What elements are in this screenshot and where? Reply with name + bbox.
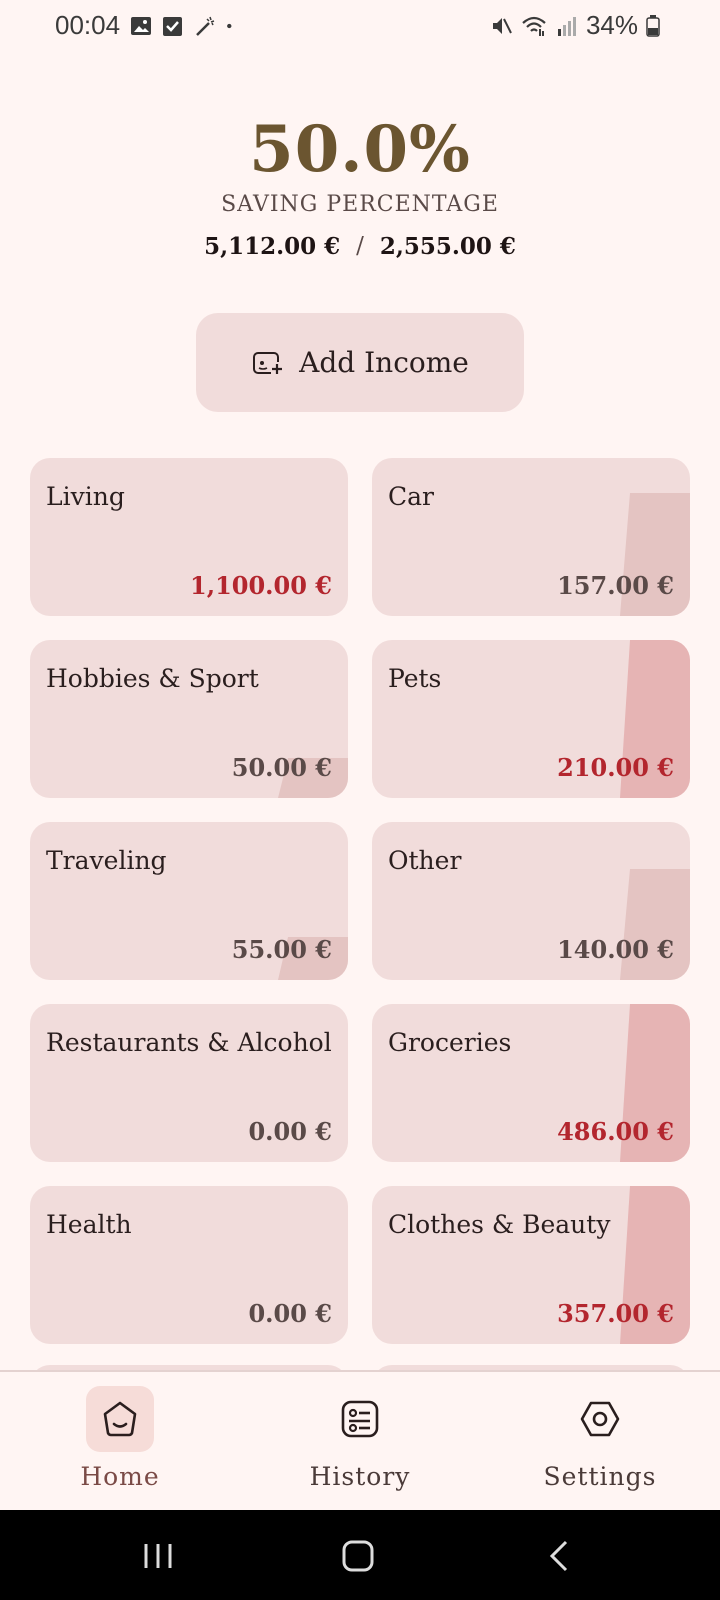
category-amount: 1,100.00 € bbox=[190, 571, 332, 600]
recents-icon bbox=[144, 1544, 172, 1568]
dot-icon bbox=[227, 23, 232, 28]
category-card-groceries[interactable]: Groceries 486.00 € bbox=[372, 1004, 690, 1162]
savings-summary: 50.0% SAVING PERCENTAGE 5,112.00 € / 2,5… bbox=[0, 110, 720, 260]
battery-text: 34% bbox=[585, 10, 638, 40]
status-right: 34% bbox=[490, 10, 660, 41]
category-name: Clothes & Beauty bbox=[388, 1210, 611, 1239]
category-card-hobbies-sport[interactable]: Hobbies & Sport 50.00 € bbox=[30, 640, 348, 798]
category-amount: 486.00 € bbox=[557, 1117, 674, 1146]
category-card-car[interactable]: Car 157.00 € bbox=[372, 458, 690, 616]
category-name: Other bbox=[388, 846, 462, 875]
saving-percentage-value: 50.0% bbox=[249, 112, 471, 187]
settings-icon bbox=[580, 1401, 620, 1437]
nav-label: Home bbox=[80, 1462, 160, 1491]
system-home-button[interactable] bbox=[338, 1540, 378, 1572]
category-name: Pets bbox=[388, 664, 442, 693]
nav-label: History bbox=[309, 1462, 411, 1491]
category-card-health[interactable]: Health 0.00 € bbox=[30, 1186, 348, 1344]
category-name: Health bbox=[46, 1210, 132, 1239]
bottom-navigation: Home History Settings bbox=[0, 1370, 720, 1510]
category-name: Restaurants & Alcohol bbox=[46, 1028, 332, 1057]
category-card-traveling[interactable]: Traveling 55.00 € bbox=[30, 822, 348, 980]
battery-icon bbox=[646, 14, 660, 37]
category-card-restaurants-alcohol[interactable]: Restaurants & Alcohol 0.00 € bbox=[30, 1004, 348, 1162]
category-amount: 0.00 € bbox=[248, 1299, 332, 1328]
category-card-pets[interactable]: Pets 210.00 € bbox=[372, 640, 690, 798]
category-name: Car bbox=[388, 482, 434, 511]
back-button[interactable] bbox=[540, 1540, 580, 1572]
add-income-label: Add Income bbox=[299, 346, 469, 379]
nav-history[interactable]: History bbox=[280, 1386, 440, 1491]
checkbox-icon bbox=[163, 16, 183, 36]
category-card-other[interactable]: Other 140.00 € bbox=[372, 822, 690, 980]
nav-icon-container bbox=[566, 1386, 634, 1452]
nav-icon-container bbox=[326, 1386, 394, 1452]
income-saved-ratio: 5,112.00 € / 2,555.00 € bbox=[0, 233, 720, 260]
category-amount: 210.00 € bbox=[557, 753, 674, 782]
clock: 00:04 bbox=[55, 10, 121, 40]
status-bar: 00:04 34% bbox=[0, 0, 720, 52]
add-income-button[interactable]: Add Income bbox=[196, 313, 524, 412]
system-navigation-bar bbox=[0, 1510, 720, 1600]
category-card-clothes-beauty[interactable]: Clothes & Beauty 357.00 € bbox=[372, 1186, 690, 1344]
home-button-icon bbox=[342, 1540, 374, 1572]
category-name: Living bbox=[46, 482, 125, 511]
wifi-icon bbox=[522, 16, 546, 36]
category-grid: Living 1,100.00 € Car 157.00 € Hobbies &… bbox=[30, 458, 690, 1344]
magic-wand-icon bbox=[196, 16, 215, 36]
saving-percentage-label: SAVING PERCENTAGE bbox=[221, 192, 499, 217]
category-name: Groceries bbox=[388, 1028, 512, 1057]
category-amount: 157.00 € bbox=[557, 571, 674, 600]
category-amount: 0.00 € bbox=[248, 1117, 332, 1146]
mute-icon bbox=[492, 17, 512, 34]
income-amount: 5,112.00 € bbox=[204, 233, 341, 260]
home-icon bbox=[103, 1401, 137, 1437]
image-icon bbox=[131, 16, 152, 35]
add-income-icon bbox=[253, 351, 284, 374]
status-left: 00:04 bbox=[55, 10, 238, 41]
nav-label: Settings bbox=[543, 1462, 657, 1491]
nav-icon-container bbox=[86, 1386, 154, 1452]
category-card-living[interactable]: Living 1,100.00 € bbox=[30, 458, 348, 616]
category-amount: 50.00 € bbox=[231, 753, 332, 782]
nav-settings[interactable]: Settings bbox=[520, 1386, 680, 1491]
ratio-separator: / bbox=[356, 233, 364, 259]
category-amount: 140.00 € bbox=[557, 935, 674, 964]
back-icon bbox=[549, 1540, 568, 1572]
category-name: Hobbies & Sport bbox=[46, 664, 259, 693]
signal-icon bbox=[557, 16, 576, 36]
saved-amount: 2,555.00 € bbox=[379, 233, 516, 260]
history-icon bbox=[341, 1400, 379, 1438]
category-name: Traveling bbox=[46, 846, 167, 875]
category-amount: 55.00 € bbox=[231, 935, 332, 964]
recents-button[interactable] bbox=[138, 1540, 178, 1572]
category-amount: 357.00 € bbox=[557, 1299, 674, 1328]
nav-home[interactable]: Home bbox=[40, 1386, 200, 1491]
